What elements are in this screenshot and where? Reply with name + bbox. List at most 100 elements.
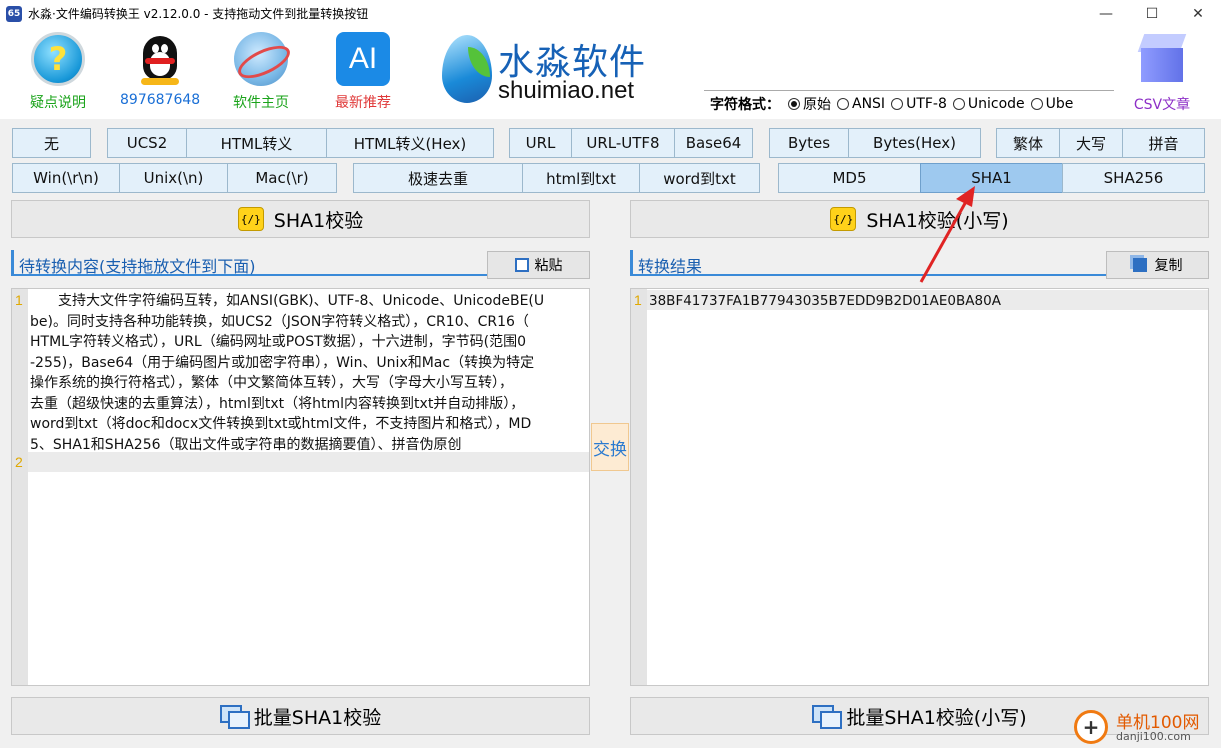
sha1-button[interactable]: SHA1 [920,163,1063,193]
line-number: 1 [15,292,23,308]
text-line: -255)，Base64（用于编码图片或加密字符串），Win、Unix和Mac（… [30,354,535,371]
code-icon: {/} [830,207,857,231]
uppercase-button[interactable]: 大写 [1059,128,1123,158]
radio-label: Ube [1045,95,1074,112]
text-line: 支持大文件字符编码互转，如ANSI(GBK)、UTF-8、Unicode、Uni… [30,293,545,309]
logo-text-en: shuimiao.net [498,77,635,104]
radio-label: Unicode [967,95,1025,112]
radio-ansi[interactable]: ANSI [837,96,885,112]
input-panel-header: 待转换内容(支持拖放文件到下面) 粘贴 [11,250,590,279]
window-title: 水淼·文件编码转换王 v2.12.0.0 - 支持拖动文件到批量转换按钮 [28,7,369,21]
close-button[interactable]: ✕ [1175,0,1221,27]
sha1-lower-verify-button[interactable]: {/} SHA1校验(小写) [630,200,1209,238]
help-icon: ? [31,32,85,86]
char-format-group: 字符格式： 原始 ANSI UTF-8 Unicode Ube [704,90,1114,116]
batch-sha1-label: 批量SHA1校验 [253,706,382,729]
header-toolbar: ? 疑点说明 897687648 软件主页 AI 最新推荐 水淼软件 shuim… [0,27,1221,119]
radio-dot [1030,97,1043,110]
minimize-button[interactable]: — [1083,0,1129,27]
watermark-text-en: danji100.com [1116,730,1191,743]
output-editor[interactable]: 1 38BF41737FA1B77943035B7EDD9B2D01AE0BA8… [630,288,1209,686]
maximize-button[interactable]: ☐ [1129,0,1175,27]
input-editor[interactable]: 1 2 支持大文件字符编码互转，如ANSI(GBK)、UTF-8、Unicode… [11,288,590,686]
radio-label: ANSI [852,95,886,112]
batch-sha1-button[interactable]: 批量SHA1校验 [11,697,590,735]
radio-dot [891,97,904,110]
swap-button[interactable]: 交换 [591,423,629,471]
result-text: 38BF41737FA1B77943035B7EDD9B2D01AE0BA80A [649,293,1001,309]
csv-article-label: CSV文章 [1133,97,1191,113]
sha1-verify-label: SHA1校验 [273,209,364,232]
text-line: be)。同时支持各种功能转换，如UCS2（JSON字符转义格式），CR10、CR… [30,313,529,330]
batch-icon [812,705,843,729]
paste-button[interactable]: 粘贴 [487,251,590,279]
recommend-button[interactable]: AI 最新推荐 [323,30,403,116]
batch-sha1-lower-label: 批量SHA1校验(小写) [846,706,1027,729]
copy-icon [1132,258,1147,272]
text-line: word到txt（将doc和docx文件转换到txt或html文件，不支持图片和… [30,416,532,432]
paste-label: 粘贴 [534,258,563,274]
homepage-button[interactable]: 软件主页 [221,30,301,116]
char-format-label: 字符格式： [710,96,780,113]
html-to-txt-button[interactable]: html到txt [522,163,640,193]
recommend-label: 最新推荐 [335,95,391,111]
radio-label: UTF-8 [906,95,947,112]
word-to-txt-button[interactable]: word到txt [639,163,760,193]
homepage-label: 软件主页 [233,95,289,111]
bytes-hex-button[interactable]: Bytes(Hex) [848,128,981,158]
radio-unicode[interactable]: Unicode [952,95,1025,112]
radio-label: 原始 [803,96,831,113]
ucs2-button[interactable]: UCS2 [107,128,187,158]
text-line: HTML字符转义格式），URL（编码网址或POST数据），十六进制，字节码(范围… [30,334,527,350]
dedupe-button[interactable]: 极速去重 [353,163,523,193]
base64-button[interactable]: Base64 [674,128,753,158]
radio-utf8[interactable]: UTF-8 [891,96,947,112]
help-label: 疑点说明 [30,95,86,111]
pinyin-button[interactable]: 拼音 [1122,128,1205,158]
unix-newline-button[interactable]: Unix(\n) [119,163,228,193]
qq-button[interactable]: 897687648 [120,30,200,116]
bytes-button[interactable]: Bytes [769,128,849,158]
win-newline-button[interactable]: Win(\r\n) [12,163,120,193]
current-line-highlight [28,452,589,472]
globe-icon [234,32,288,86]
text-line: 5、SHA1和SHA256（取出文件或字符串的数据摘要值）、拼音伪原创 [30,436,462,453]
none-button[interactable]: 无 [12,128,91,158]
line-gutter [12,289,28,685]
cube-icon [1137,32,1187,86]
sha1-verify-button[interactable]: {/} SHA1校验 [11,200,590,238]
output-panel-header: 转换结果 复制 [630,250,1209,279]
qq-label: 897687648 [120,92,201,108]
radio-original[interactable]: 原始 [788,94,831,114]
brand-logo: 水淼软件 shuimiao.net [440,31,670,111]
mac-newline-button[interactable]: Mac(\r) [227,163,337,193]
html-escape-button[interactable]: HTML转义 [186,128,327,158]
input-panel-title: 待转换内容(支持拖放文件到下面) [19,257,256,276]
radio-dot [837,97,849,110]
app-icon: 65 [6,5,22,22]
output-panel-title: 转换结果 [638,257,703,276]
copy-button[interactable]: 复制 [1106,251,1209,279]
code-icon: {/} [237,207,264,231]
line-number: 2 [15,454,23,470]
traditional-button[interactable]: 繁体 [996,128,1060,158]
paste-icon [514,258,529,272]
url-utf8-button[interactable]: URL-UTF8 [571,128,675,158]
copy-label: 复制 [1154,258,1183,274]
line-gutter [631,289,647,685]
batch-icon [219,705,250,729]
radio-dot [952,97,965,110]
title-bar: 65 水淼·文件编码转换王 v2.12.0.0 - 支持拖动文件到批量转换按钮 … [0,0,1221,27]
line-number: 1 [634,292,642,308]
help-button[interactable]: ? 疑点说明 [18,30,98,116]
html-escape-hex-button[interactable]: HTML转义(Hex) [326,128,494,158]
text-line: 去重（超级快速的去重算法），html到txt（将html内容转换到txt并自动排… [30,395,525,412]
ai-icon: AI [336,32,390,86]
qq-penguin-icon [133,32,187,86]
md5-button[interactable]: MD5 [778,163,921,193]
url-button[interactable]: URL [509,128,572,158]
watermark-logo-icon: + [1074,710,1108,744]
sha256-button[interactable]: SHA256 [1062,163,1205,193]
radio-ube[interactable]: Ube [1030,95,1074,112]
csv-article-button[interactable]: CSV文章 [1122,30,1202,116]
